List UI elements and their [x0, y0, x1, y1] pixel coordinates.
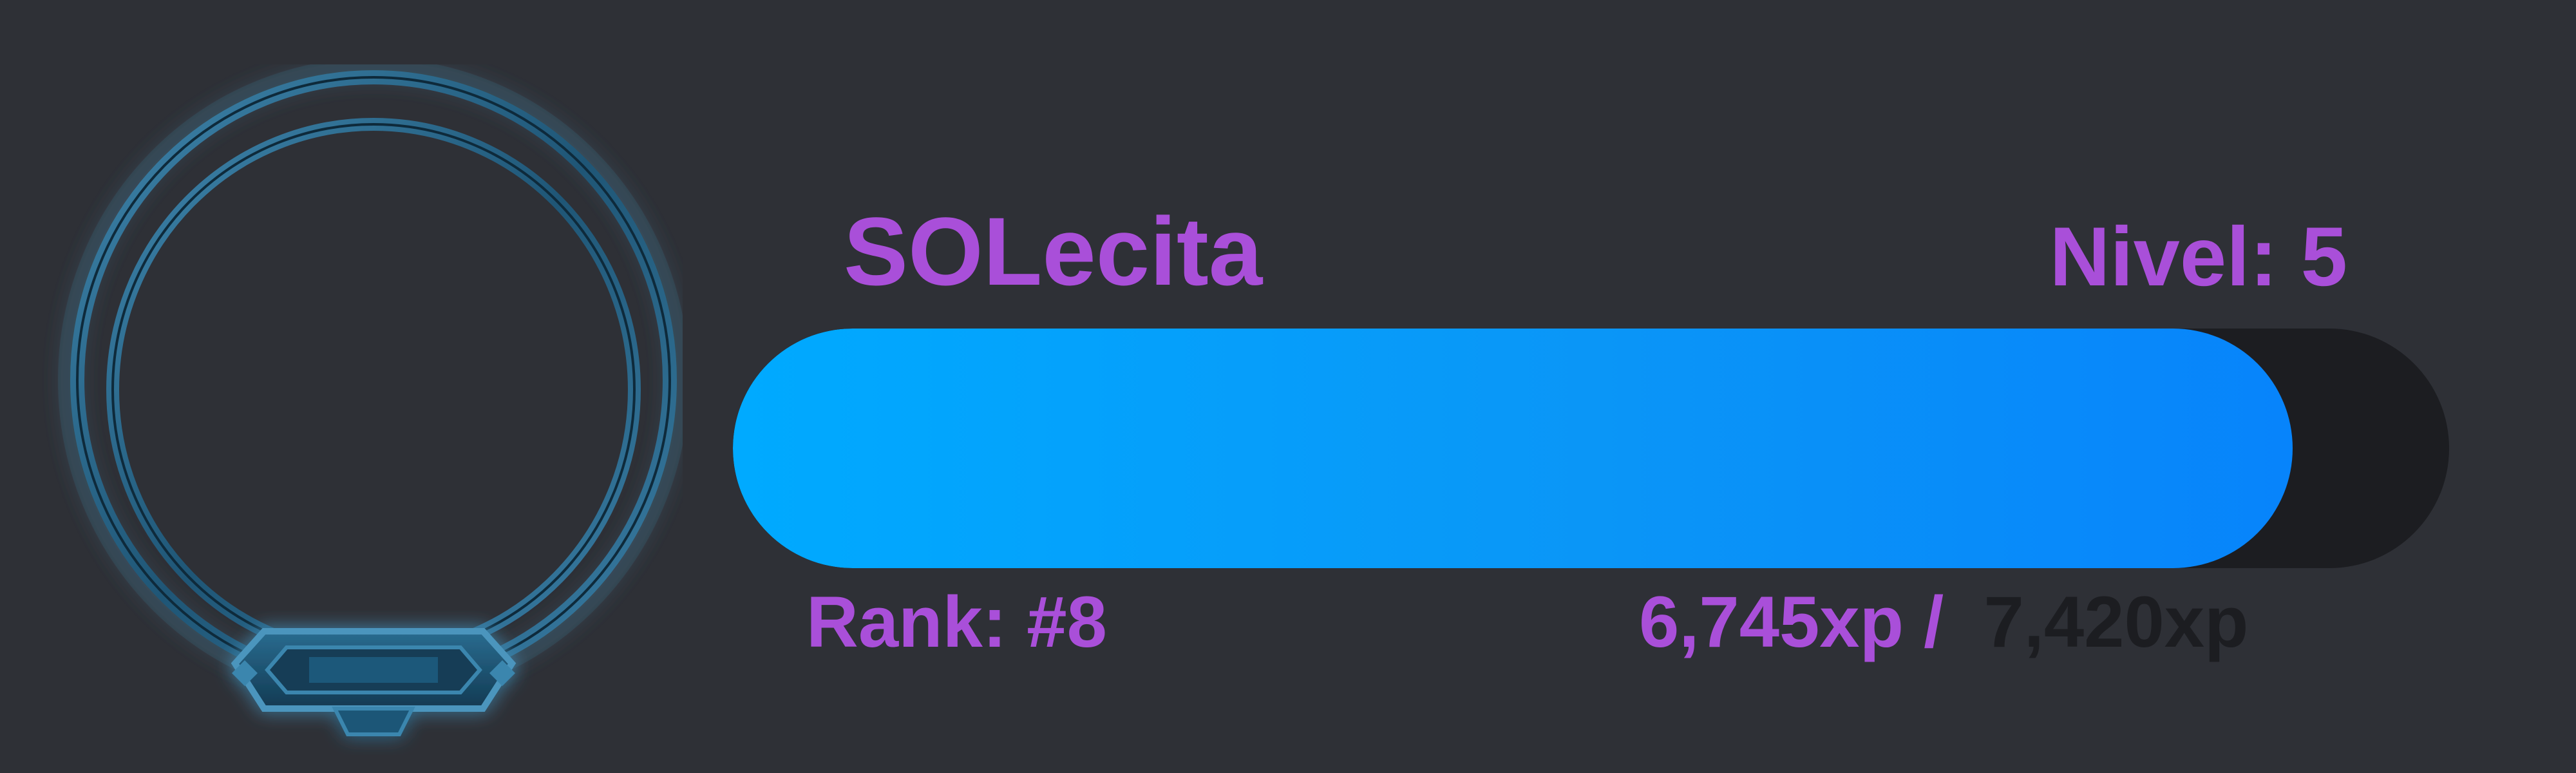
- xp-current: 6,745xp: [1639, 582, 1904, 662]
- xp-progress-bar: [733, 329, 2449, 568]
- xp-progress-fill: [733, 329, 2293, 568]
- level-label: Nivel: 5: [2049, 209, 2347, 303]
- username: SOLecita: [844, 197, 1263, 305]
- avatar-frame-icon: [39, 64, 683, 760]
- xp-separator: /: [1903, 582, 1984, 662]
- xp-needed: 7,420xp: [1984, 582, 2249, 662]
- rank-card: SOLecita Nivel: 5 Rank: #8 6,745xp / 7,4…: [0, 0, 2576, 773]
- rank-label: Rank: #8: [806, 582, 1107, 662]
- xp-readout: 6,745xp / 7,420xp: [1639, 586, 2248, 658]
